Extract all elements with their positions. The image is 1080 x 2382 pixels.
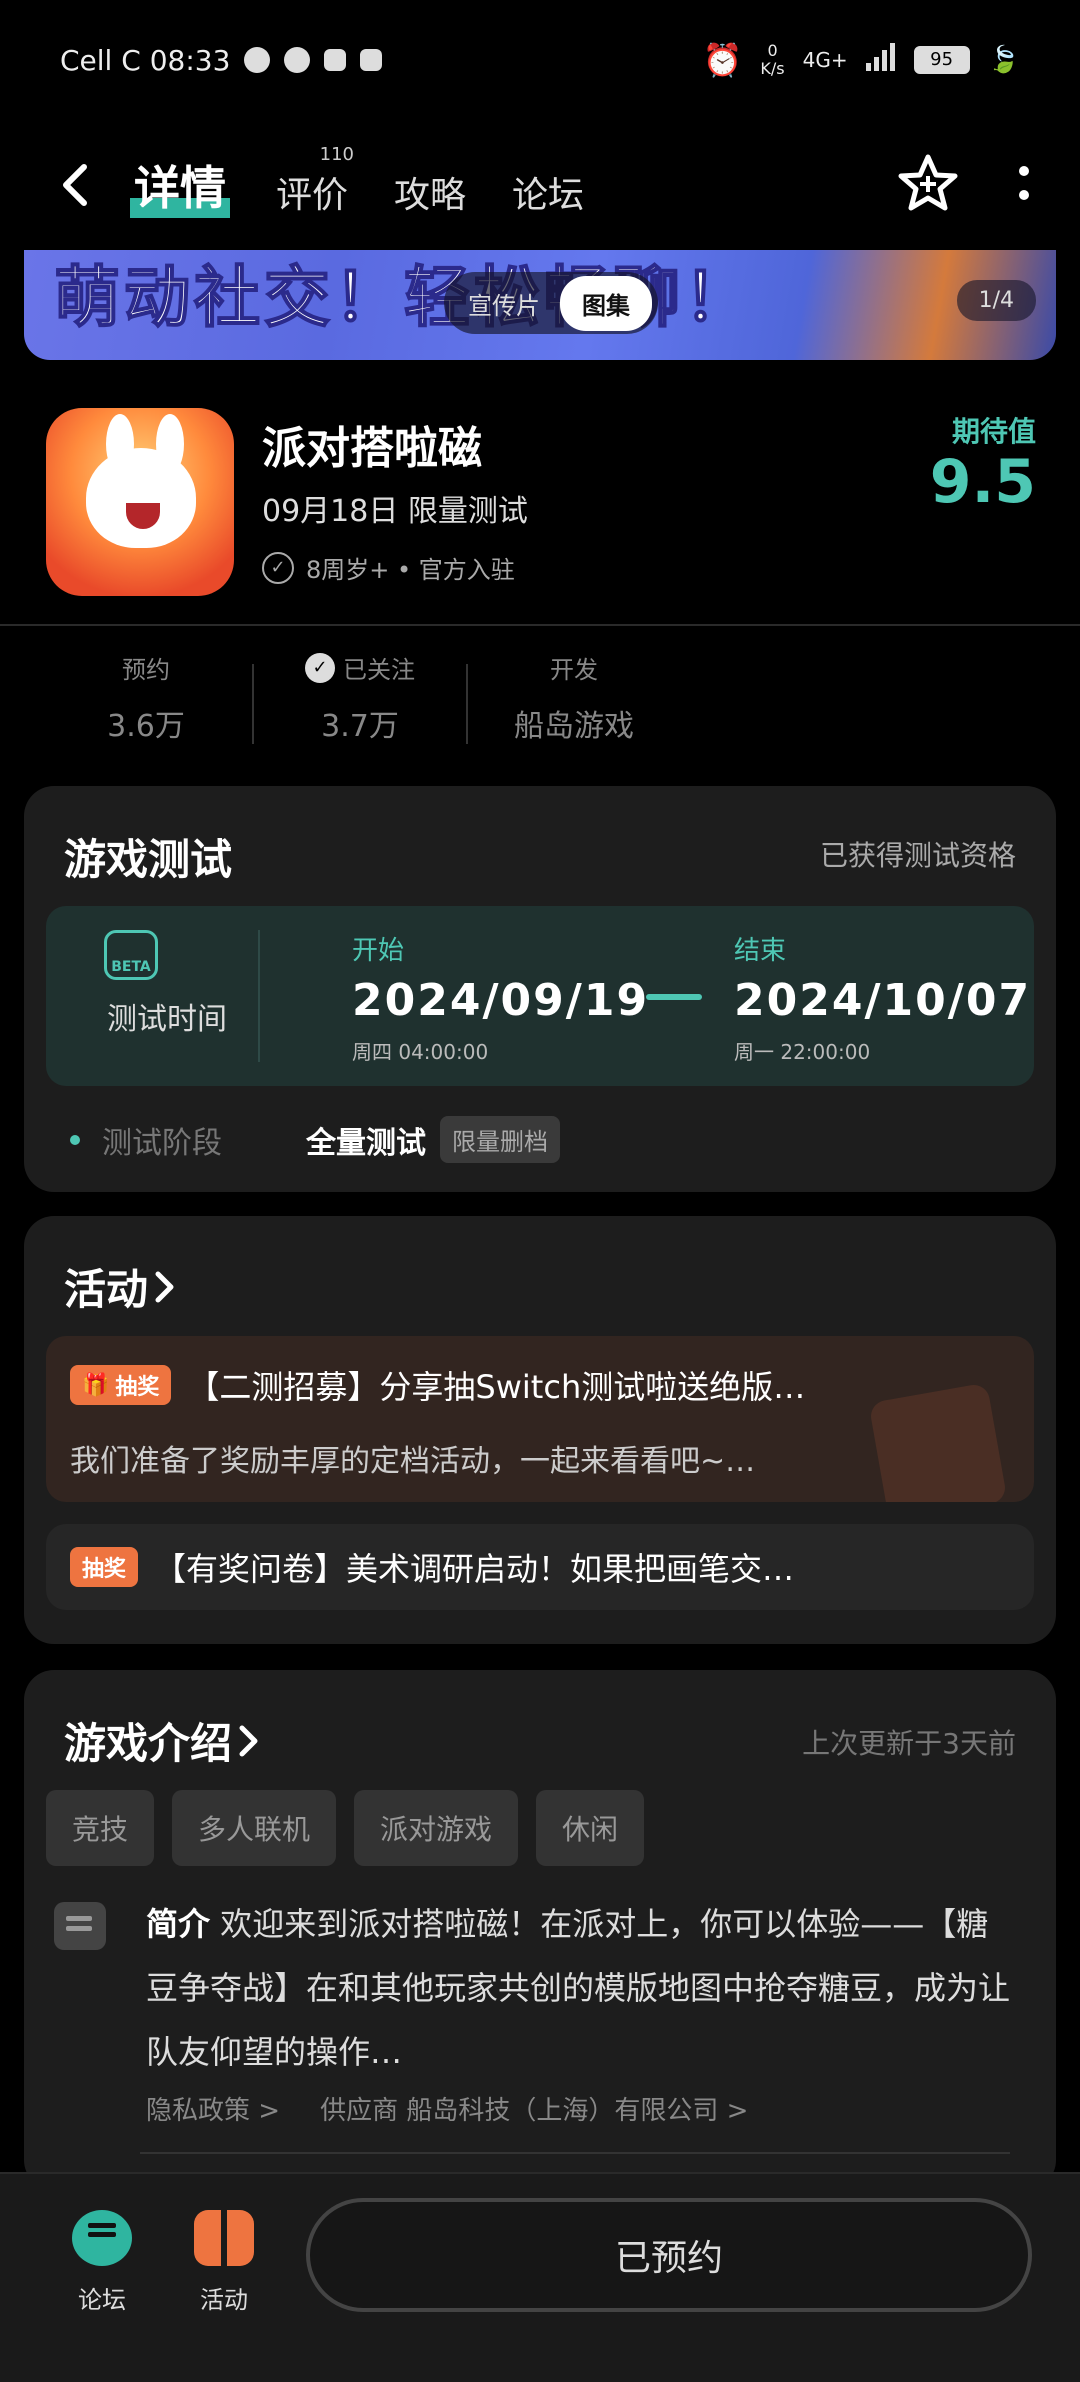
tag-list: 竞技 多人联机 派对游戏 休闲	[46, 1790, 645, 1866]
network-type: 4G+	[802, 48, 848, 72]
document-icon	[54, 1902, 106, 1950]
app-notification-icon-2	[324, 49, 347, 71]
arrow-right-icon	[646, 994, 702, 1000]
intro-header[interactable]: 游戏介绍	[64, 1710, 260, 1771]
activity-title: 【二测招募】分享抽Switch测试啦送绝版…	[187, 1368, 806, 1406]
tab-guides[interactable]: 攻略	[394, 166, 466, 218]
more-button[interactable]	[1018, 163, 1030, 207]
expectation-value: 9.5	[929, 447, 1036, 517]
game-test-date: 09月18日 限量测试	[262, 494, 528, 529]
qq-notification-icon	[244, 47, 271, 73]
favorite-button[interactable]	[898, 154, 958, 216]
tag-chip[interactable]: 休闲	[536, 1790, 645, 1866]
app-notification-icon	[284, 47, 311, 73]
privacy-policy-link[interactable]: 隐私政策 >	[146, 2090, 280, 2127]
stat-followers[interactable]: ✓ 已关注 3.7万	[254, 650, 466, 746]
chevron-left-icon	[63, 164, 87, 206]
review-count-badge: 110	[319, 144, 355, 165]
activity-header[interactable]: 活动	[64, 1256, 176, 1317]
divider	[0, 624, 1080, 626]
game-test-card: 游戏测试 已获得测试资格 BETA 测试时间 开始 2024/09/19 周四 …	[24, 786, 1056, 1192]
chevron-right-icon	[155, 1271, 174, 1302]
leaf-icon: 🍃	[987, 45, 1020, 75]
tab-forum[interactable]: 论坛	[512, 166, 584, 218]
bottom-action-bar: 论坛 活动 已预约	[0, 2172, 1080, 2382]
top-nav: 详情 评价 110 攻略 论坛	[0, 120, 1080, 250]
gallery-tab[interactable]: 图集	[560, 275, 652, 331]
gift-decoration-icon	[868, 1382, 1008, 1502]
game-meta-text: 8周岁+ • 官方入驻	[306, 556, 515, 584]
tab-reviews-label: 评价	[276, 175, 349, 216]
alarm-icon: ⏰	[702, 41, 743, 79]
game-app-icon	[46, 408, 234, 596]
activity-card: 活动 🎁 抽奖 【二测招募】分享抽Switch测试啦送绝版… 我们准备了奖励丰厚…	[24, 1216, 1056, 1644]
activity-desc: 我们准备了奖励丰厚的定档活动，一起来看看吧~…	[70, 1444, 756, 1479]
battery-icon: 95	[913, 46, 970, 74]
lottery-badge: 抽奖	[70, 1547, 139, 1587]
chevron-right-icon	[239, 1725, 258, 1756]
expectation-score: 期待值 9.5	[930, 410, 1036, 514]
media-banner[interactable]: 萌动社交！轻松畅聊！ 宣传片 图集 1/4	[24, 250, 1056, 360]
tag-chip[interactable]: 派对游戏	[354, 1790, 519, 1866]
tab-reviews[interactable]: 评价 110	[276, 144, 354, 218]
game-intro-card: 游戏介绍 上次更新于3天前 竞技 多人联机 派对游戏 休闲 简介 欢迎来到派对搭…	[24, 1670, 1056, 2190]
forum-button[interactable]: 论坛	[52, 2210, 152, 2315]
more-vertical-icon	[1019, 166, 1029, 200]
reserved-button[interactable]: 已预约	[306, 2198, 1032, 2312]
signal-icon	[865, 42, 896, 78]
heart-check-icon: ✓	[305, 652, 335, 683]
test-card-title: 游戏测试	[64, 835, 233, 884]
activity-item[interactable]: 抽奖 【有奖问卷】美术调研启动！如果把画笔交…	[46, 1524, 1034, 1610]
chat-bubble-icon	[72, 2210, 132, 2266]
test-start: 开始 2024/09/19 周四 04:00:00	[352, 936, 650, 1064]
media-segment: 宣传片 图集	[444, 272, 658, 334]
game-title: 派对搭啦磁	[262, 423, 482, 474]
test-time-box: BETA 测试时间 开始 2024/09/19 周四 04:00:00 结束 2…	[46, 906, 1034, 1086]
video-tab[interactable]: 宣传片	[468, 286, 540, 321]
activity-title: 【有奖问卷】美术调研启动！如果把画笔交…	[154, 1550, 795, 1588]
gift-icon	[194, 2210, 254, 2266]
test-end-time: 周一 22:00:00	[734, 1040, 871, 1064]
game-header: 派对搭啦磁 09月18日 限量测试 ✓ 8周岁+ • 官方入驻 期待值 9.5	[46, 404, 1036, 604]
game-meta: ✓ 8周岁+ • 官方入驻	[262, 550, 515, 585]
app-notification-icon-3	[360, 49, 383, 71]
test-end-date: 2024/10/07	[734, 975, 1032, 1026]
activity-item[interactable]: 🎁 抽奖 【二测招募】分享抽Switch测试啦送绝版… 我们准备了奖励丰厚的定档…	[46, 1336, 1034, 1502]
game-stats: 预约 3.6万 ✓ 已关注 3.7万 开发 船岛游戏	[40, 650, 680, 746]
test-scope-value: 全量测试	[306, 1125, 426, 1161]
test-qualification-status: 已获得测试资格	[819, 839, 1016, 872]
activity-button[interactable]: 活动	[174, 2210, 274, 2315]
expectation-label: 期待值	[951, 415, 1036, 448]
provider-link[interactable]: 供应商 船岛科技（上海）有限公司 >	[320, 2090, 748, 2127]
test-start-time: 周四 04:00:00	[352, 1040, 489, 1064]
stat-developer[interactable]: 开发 船岛游戏	[468, 650, 680, 746]
star-plus-icon	[898, 154, 958, 211]
net-speed: 0 K/s	[760, 41, 785, 78]
tag-chip[interactable]: 竞技	[46, 1790, 155, 1866]
carrier-time: Cell C 08:33	[60, 43, 231, 77]
test-scope: 测试阶段 全量测试 限量删档	[70, 1116, 560, 1163]
test-scope-tag: 限量删档	[440, 1116, 560, 1163]
test-scope-label: 测试阶段	[102, 1125, 222, 1161]
beta-icon: BETA	[104, 930, 158, 980]
page-indicator: 1/4	[956, 280, 1036, 321]
tag-chip[interactable]: 多人联机	[172, 1790, 337, 1866]
tab-details[interactable]: 详情	[130, 152, 230, 218]
verified-icon: ✓	[262, 551, 294, 584]
intro-updated: 上次更新于3天前	[802, 1727, 1016, 1760]
back-button[interactable]	[50, 160, 100, 210]
test-time-label: 测试时间	[107, 1002, 227, 1037]
status-bar: Cell C 08:33 ⏰ 0 K/s 4G+ 95 🍃	[0, 0, 1080, 120]
intro-summary[interactable]: 简介 欢迎来到派对搭啦磁！在派对上，你可以体验——【糖豆争夺战】在和其他玩家共创…	[146, 1892, 1016, 2084]
test-start-date: 2024/09/19	[352, 975, 650, 1026]
stat-reservations: 预约 3.6万	[107, 656, 185, 744]
test-end: 结束 2024/10/07 周一 22:00:00	[734, 936, 1032, 1064]
lottery-badge: 🎁 抽奖	[70, 1365, 172, 1405]
